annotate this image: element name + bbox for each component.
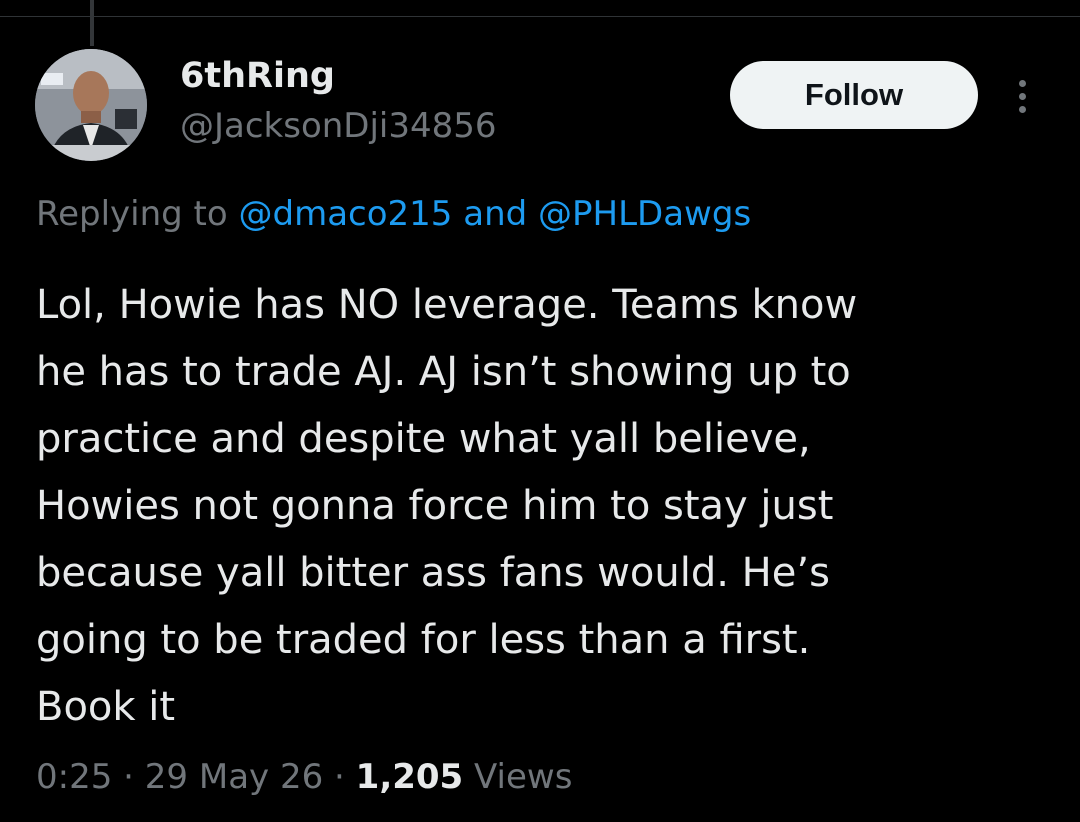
reply-mention-phldawgs[interactable]: @PHLDawgs [538, 194, 751, 234]
tweet-line: Book it [36, 684, 176, 730]
tweet-line: he has to trade AJ. AJ isn’t showing up … [36, 349, 851, 395]
tweet-time[interactable]: 0:25 [36, 757, 112, 797]
meta-separator: · [123, 757, 134, 797]
tweet-line: because yall bitter ass fans would. He’s [36, 550, 830, 596]
tweet-meta: 0:25 · 29 May 26 · 1,205 Views [36, 757, 572, 797]
reply-mention-dmaco215[interactable]: @dmaco215 [239, 194, 453, 234]
thread-connector-line [90, 0, 94, 46]
replying-to-label: Replying to [36, 194, 228, 234]
replying-to-line: Replying to @dmaco215 and @PHLDawgs [36, 194, 751, 234]
avatar[interactable] [35, 49, 147, 161]
tweet-line: practice and despite what yall believe, [36, 416, 811, 462]
author-display-name[interactable]: 6thRing [180, 56, 335, 96]
tweet-line: Howies not gonna force him to stay just [36, 483, 834, 529]
follow-button[interactable]: Follow [730, 61, 978, 129]
tweet-date[interactable]: 29 May 26 [145, 757, 323, 797]
top-divider [0, 16, 1080, 17]
tweet-line: going to be traded for less than a first… [36, 617, 811, 663]
more-options-button[interactable] [1004, 74, 1040, 118]
author-handle[interactable]: @JacksonDji34856 [180, 106, 497, 146]
reply-conjunction: and [463, 194, 528, 234]
tweet-line: Lol, Howie has NO leverage. Teams know [36, 282, 858, 328]
views-label[interactable]: Views [474, 757, 572, 797]
avatar-image [35, 49, 147, 161]
tweet-text: Lol, Howie has NO leverage. Teams know h… [36, 272, 1046, 741]
meta-separator: · [334, 757, 345, 797]
views-count[interactable]: 1,205 [356, 757, 464, 797]
